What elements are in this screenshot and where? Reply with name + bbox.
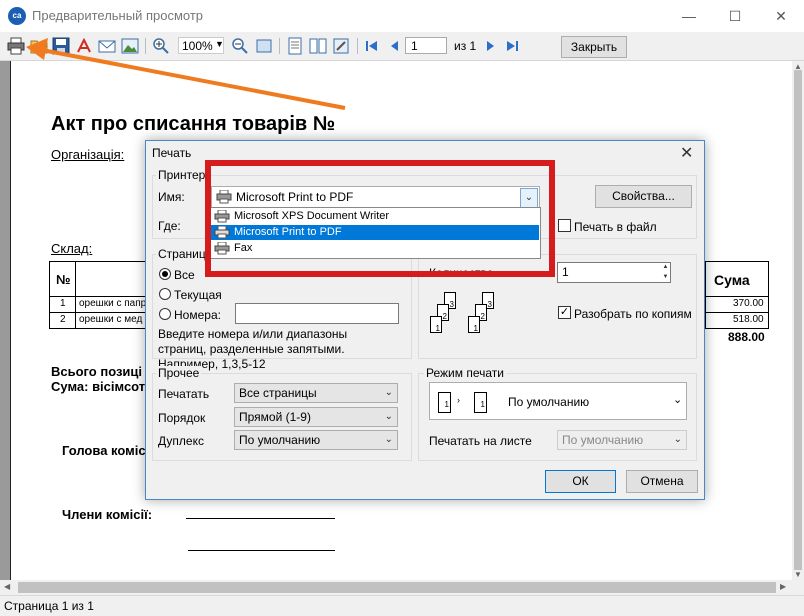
total-positions-text: Всього позиці <box>51 364 143 379</box>
last-page-icon[interactable] <box>505 39 519 53</box>
table-row-no: 2 <box>60 314 66 325</box>
scroll-up-icon[interactable]: ▲ <box>794 62 802 71</box>
mode-page-icon: 1 <box>438 392 451 413</box>
copy-page-icon: 1 <box>430 316 442 333</box>
dialog-close-icon[interactable]: ✕ <box>680 143 693 163</box>
commission-members-label: Члени комісії: <box>62 507 153 522</box>
next-page-icon[interactable] <box>483 39 497 53</box>
window-close-button[interactable]: ✕ <box>758 0 804 32</box>
organization-label: Організація: <box>51 147 125 162</box>
printer-group-title: Принтер <box>156 168 208 182</box>
chevron-down-icon: ⌄ <box>384 411 393 422</box>
page-count-label: из 1 <box>454 39 477 53</box>
window-title: Предварительный просмотр <box>32 8 204 23</box>
mode-arrow-icon: › <box>457 395 460 405</box>
scroll-right-icon[interactable]: ▶ <box>780 582 786 591</box>
print-to-file-checkbox[interactable] <box>558 219 571 232</box>
pages-numbers-radio[interactable] <box>159 308 171 320</box>
column-header-sum: Сума <box>714 272 750 288</box>
print-on-sheet-label: Печатать на листе <box>429 434 532 448</box>
signature-line <box>188 550 335 551</box>
total-sum: 888.00 <box>728 330 765 344</box>
copies-value: 1 <box>562 265 569 279</box>
duplex-value: По умолчанию <box>239 433 321 447</box>
scroll-down-icon[interactable]: ▼ <box>794 570 802 579</box>
chevron-down-icon: ⌄ <box>384 434 393 445</box>
close-preview-button[interactable]: Закрыть <box>561 36 627 58</box>
order-label: Порядок <box>158 411 206 425</box>
vertical-scroll-thumb[interactable] <box>794 70 802 570</box>
pages-current-label: Текущая <box>174 288 222 302</box>
chevron-down-icon: ⌄ <box>384 387 393 398</box>
copies-input[interactable]: 1 <box>557 262 671 283</box>
printer-where-label: Где: <box>158 219 181 233</box>
table-row-name: орешки с папр <box>79 298 147 309</box>
table-row-name: орешки с мед <box>79 314 143 325</box>
first-page-icon[interactable] <box>365 39 379 53</box>
status-bar <box>0 595 804 616</box>
pages-current-radio[interactable] <box>159 288 171 300</box>
chevron-down-icon: ⌄ <box>673 434 682 445</box>
cancel-button[interactable]: Отмена <box>626 470 698 493</box>
print-mode-group-title: Режим печати <box>424 366 506 380</box>
print-to-file-label: Печать в файл <box>574 220 657 234</box>
print-mode-value: По умолчанию <box>508 395 590 409</box>
pages-all-label: Все <box>174 268 195 282</box>
copy-page-icon: 1 <box>468 316 480 333</box>
horizontal-scroll-thumb[interactable] <box>18 582 776 593</box>
maximize-button[interactable]: ☐ <box>712 0 758 32</box>
print-range-select[interactable]: Все страницы ⌄ <box>234 383 398 403</box>
table-row-sum: 370.00 <box>733 298 764 309</box>
print-on-sheet-select[interactable]: По умолчанию ⌄ <box>557 430 687 450</box>
print-range-label: Печатать <box>158 387 210 401</box>
print-on-sheet-value: По умолчанию <box>562 433 644 447</box>
pages-numbers-label: Номера: <box>174 308 221 322</box>
scroll-left-icon[interactable]: ◀ <box>4 582 10 591</box>
order-value: Прямой (1-9) <box>239 410 311 424</box>
chevron-down-icon: ⌄ <box>673 394 683 406</box>
print-range-value: Все страницы <box>239 386 317 400</box>
signature-line <box>186 518 335 519</box>
copies-spinner[interactable]: ▲ ▼ <box>660 262 671 283</box>
page-numbers-input[interactable] <box>235 303 399 324</box>
duplex-select[interactable]: По умолчанию ⌄ <box>234 430 398 450</box>
prev-page-icon[interactable] <box>388 39 402 53</box>
table-row-sum: 518.00 <box>733 314 764 325</box>
printer-properties-button[interactable]: Свойства... <box>595 185 692 208</box>
order-select[interactable]: Прямой (1-9) ⌄ <box>234 407 398 427</box>
column-header-no: № <box>56 272 71 287</box>
table-row-no: 1 <box>60 298 66 309</box>
pages-all-radio[interactable] <box>159 268 171 280</box>
page-number-input[interactable]: 1 <box>405 37 447 54</box>
printer-name-label: Имя: <box>158 190 185 204</box>
annotation-arrow <box>26 38 346 110</box>
dialog-title: Печать <box>152 146 192 160</box>
other-group-title: Прочее <box>156 366 202 380</box>
total-sum-words: Сума: вісімсот <box>51 379 146 394</box>
app-logo-icon: ca <box>8 7 26 25</box>
collate-label: Разобрать по копиям <box>574 307 692 321</box>
commission-head-label: Голова комісі <box>62 443 150 458</box>
stock-label: Склад: <box>51 241 93 256</box>
minimize-button[interactable]: — <box>666 0 712 32</box>
ok-button[interactable]: ОК <box>545 470 616 493</box>
duplex-label: Дуплекс <box>158 434 204 448</box>
collate-checkbox[interactable]: ✓ <box>558 306 571 319</box>
print-mode-select[interactable]: 1 › 1 По умолчанию ⌄ <box>429 382 687 420</box>
page-number-value: 1 <box>411 39 418 53</box>
mode-page-icon: 1 <box>474 392 487 413</box>
status-text: Страница 1 из 1 <box>4 599 94 613</box>
highlight-box <box>205 160 555 277</box>
